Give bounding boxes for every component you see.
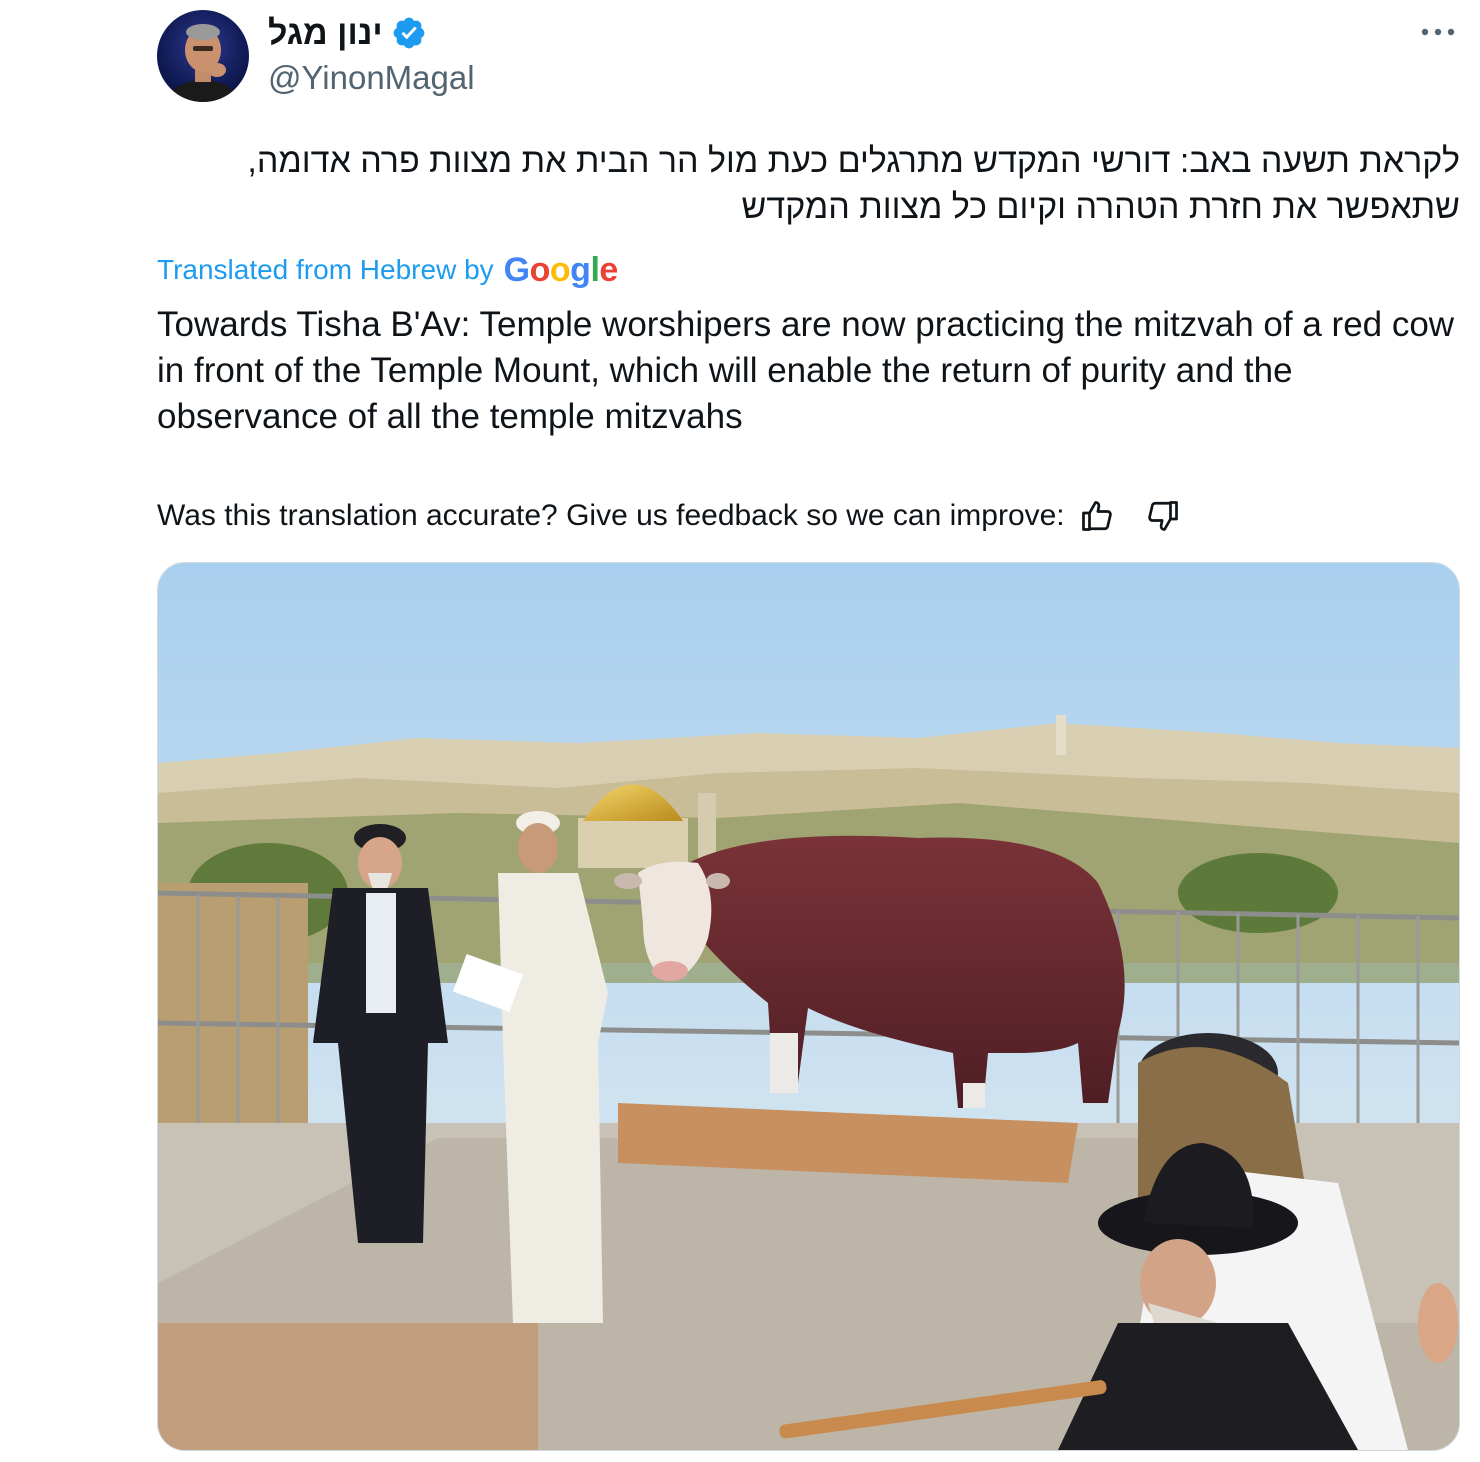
author-handle[interactable]: @YinonMagal	[268, 58, 475, 98]
thumbs-down-icon	[1147, 501, 1178, 531]
more-options-button[interactable]	[1418, 16, 1458, 48]
thumbs-up-button[interactable]	[1075, 494, 1119, 538]
translation-feedback-row: Was this translation accurate? Give us f…	[157, 494, 1185, 538]
feedback-prompt: Was this translation accurate? Give us f…	[157, 499, 1065, 532]
author-avatar[interactable]	[157, 10, 249, 102]
thumbs-down-button[interactable]	[1141, 494, 1185, 538]
photo-rooftop-red-cow	[158, 563, 1459, 1450]
google-logo: Google	[503, 251, 619, 289]
author-display-name-row[interactable]: ינון מגל	[268, 12, 427, 54]
thumbs-up-icon	[1081, 501, 1112, 531]
author-display-name: ינון מגל	[268, 14, 383, 52]
verified-badge-icon	[393, 17, 424, 49]
tweet-original-text: לקראת תשעה באב: דורשי המקדש מתרגלים כעת …	[247, 142, 1460, 226]
tweet-translated-text: Towards Tisha B'Av: Temple worshipers ar…	[157, 305, 1455, 436]
translation-attribution[interactable]: Translated from Hebrew by Google	[157, 248, 618, 292]
tweet-photo[interactable]	[157, 562, 1460, 1451]
translated-from-label: Translated from Hebrew by	[157, 254, 494, 285]
more-horizontal-icon	[1421, 28, 1455, 36]
